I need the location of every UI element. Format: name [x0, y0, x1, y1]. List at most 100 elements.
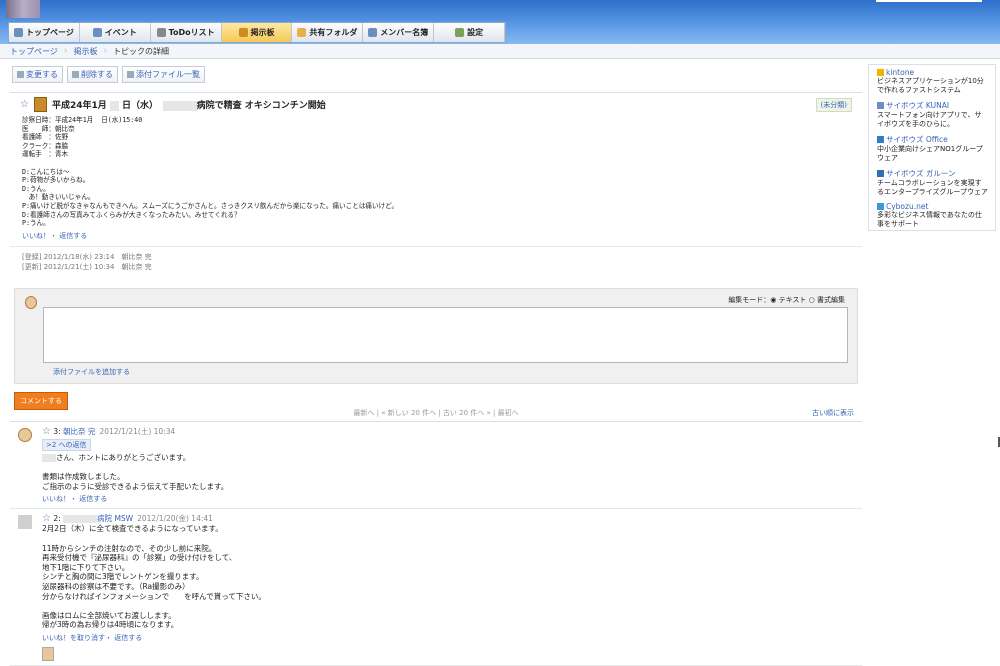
star-icon[interactable]: ☆ [20, 99, 29, 110]
tab-label: 掲示板 [250, 28, 275, 37]
comment-textarea[interactable] [43, 307, 848, 363]
tab-label: 共有フォルダ [309, 28, 358, 37]
sidebar-item[interactable]: サイボウズ ガルーン チームコラボレーションを実現するエンタープライズグループウェ… [869, 165, 995, 199]
comment-date: 2012/1/21(土) 10:34 [99, 427, 176, 436]
attachment-icon [127, 71, 134, 78]
redacted [162, 100, 197, 111]
tab-settings[interactable]: 設定 [434, 23, 506, 42]
divider [10, 245, 862, 247]
members-icon [368, 28, 378, 37]
main-content: 変更する 削除する 添付ファイル一覧 ☆ 平成24年1月 日（水） 病院で精査 … [10, 66, 862, 666]
breadcrumb-separator: › [63, 46, 68, 56]
edit-button[interactable]: 変更する [12, 66, 63, 83]
tab-label: イベント [104, 28, 137, 37]
kintone-icon [877, 69, 884, 76]
comment-header: ☆ 2: 病院 MSW 2012/1/20(金) 14:41 [42, 513, 862, 524]
tab-members[interactable]: メンバー名簿 [363, 23, 435, 42]
comment-text: さん、ホントにありがとうございます。 書類は作成致しました。 ご指示のように受診… [42, 453, 862, 491]
avatar [18, 428, 32, 442]
sidebar-item-name[interactable]: Cybozu.net [886, 202, 928, 211]
breadcrumb: トップページ › 掲示板 › トピックの詳細 [0, 44, 1000, 59]
tab-label: トップページ [26, 28, 74, 37]
tab-event[interactable]: イベント [80, 23, 151, 42]
avatar [18, 515, 32, 530]
comments-list: ☆ 3: 朝比奈 完 2012/1/21(土) 10:34 >2 への返信 さん、… [10, 421, 862, 666]
delete-label: 削除する [81, 70, 113, 79]
title-day: 日（水） [122, 101, 154, 111]
like-reply-links[interactable]: いいね！・ 返信する [42, 494, 862, 504]
garoon-icon [877, 170, 884, 177]
settings-icon [455, 28, 465, 37]
tab-bulletin[interactable]: 掲示板 [221, 23, 293, 42]
topic-icon [33, 97, 47, 112]
topic-header: ☆ 平成24年1月 日（水） 病院で精査 オキシコンチン開始 (未分類) [10, 93, 862, 116]
like-reply-links[interactable]: いいね！・ 返信する [10, 231, 862, 241]
comment-body: 2月2日（木）に全て検査できるようになっています。 11時からシンチの注射なので… [42, 524, 266, 630]
topic-body: 診察日時：平成24年1月 日(水)15:40 医 師：朝比奈 看護師 ：佐野 ク… [22, 116, 399, 228]
tab-shared-folder[interactable]: 共有フォルダ [292, 23, 364, 42]
comment-body: さん、ホントにありがとうございます。 書類は作成致しました。 ご指示のように受診… [42, 453, 229, 491]
like-reply-links[interactable]: いいね！を取り消す・ 返信する [42, 633, 862, 643]
tab-todo[interactable]: ToDoリスト [151, 23, 222, 42]
folder-icon [297, 28, 307, 37]
redacted [42, 454, 56, 462]
registered-meta: [登録] 2012/1/18(水) 23:14 朝比奈 完 [22, 252, 152, 261]
pager[interactable]: 最新へ | « 新しい 20 件へ | 古い 20 件へ » | 最初へ [10, 408, 862, 418]
home-icon [14, 28, 23, 37]
cybozu-net-icon [877, 203, 884, 210]
delete-button[interactable]: 削除する [67, 66, 118, 83]
avatar [25, 296, 37, 309]
star-icon[interactable]: ☆ [42, 426, 51, 437]
comment-header: ☆ 3: 朝比奈 完 2012/1/21(土) 10:34 [42, 426, 862, 437]
sidebar-item-desc: チームコラボレーションを実現するエンタープライズグループウェア [877, 179, 988, 196]
attachments-label: 添付ファイル一覧 [136, 70, 200, 79]
sidebar-item-name[interactable]: kintone [886, 68, 914, 77]
edit-icon [17, 71, 24, 78]
sidebar-item-desc: スマートフォン向けアプリで、サイボウズを手のひらに。 [877, 111, 982, 128]
sidebar-item[interactable]: kintone ビジネスアプリケーションが10分で作れるファストシステム [869, 65, 995, 97]
tab-label: ToDoリスト [168, 28, 215, 37]
comment-author[interactable]: 病院 MSW [97, 514, 133, 523]
attachment-thumbnail[interactable] [42, 646, 54, 661]
category-badge[interactable]: (未分類) [815, 97, 852, 112]
breadcrumb-top[interactable]: トップページ [10, 46, 58, 57]
sidebar-item-desc: ビジネスアプリケーションが10分で作れるファストシステム [877, 77, 984, 94]
reply-to-tag[interactable]: >2 への返信 [42, 439, 91, 451]
comment-form: 編集モード：◉ テキスト ○ 書式編集 添付ファイルを追加する [14, 288, 858, 384]
bulletin-icon [238, 28, 248, 37]
sidebar-item-name[interactable]: サイボウズ KUNAI [886, 100, 949, 111]
user-avatar[interactable] [6, 0, 40, 18]
sidebar-item-desc: 中小企業向けシェアNO1グループウェア [877, 145, 983, 162]
title-suffix: 病院で精査 オキシコンチン開始 [196, 101, 326, 111]
search-input[interactable] [876, 0, 982, 2]
star-icon[interactable]: ☆ [42, 513, 51, 524]
sidebar-ads: kintone ビジネスアプリケーションが10分で作れるファストシステム サイボウ… [868, 64, 996, 231]
sidebar-item-name[interactable]: サイボウズ Office [886, 134, 948, 145]
sidebar-item-name[interactable]: サイボウズ ガルーン [886, 168, 956, 179]
main-nav: トップページ イベント ToDoリスト 掲示板 共有フォルダ メンバー名簿 設定 [8, 22, 506, 43]
kunai-icon [877, 102, 884, 109]
attachments-list-button[interactable]: 添付ファイル一覧 [122, 66, 205, 83]
topic-title: 平成24年1月 日（水） 病院で精査 オキシコンチン開始 [52, 98, 326, 111]
breadcrumb-bulletin[interactable]: 掲示板 [73, 46, 97, 57]
comment-number: 3: [53, 427, 61, 436]
redacted [109, 100, 119, 111]
breadcrumb-separator: › [103, 46, 108, 56]
edit-label: 変更する [26, 70, 58, 79]
title-prefix: 平成24年1月 [51, 101, 107, 111]
tab-label: 設定 [467, 28, 484, 37]
edit-mode-selector[interactable]: 編集モード：◉ テキスト ○ 書式編集 [728, 295, 845, 305]
add-attachment-link[interactable]: 添付ファイルを追加する [53, 367, 130, 377]
tab-label: メンバー名簿 [380, 28, 429, 37]
trash-icon [72, 71, 79, 78]
updated-meta: [更新] 2012/1/21(土) 10:34 朝比奈 完 [22, 262, 152, 271]
sidebar-item[interactable]: Cybozu.net 多彩なビジネス情報であなたの仕事をサポート [869, 199, 995, 231]
sidebar-item[interactable]: サイボウズ KUNAI スマートフォン向けアプリで、サイボウズを手のひらに。 [869, 97, 995, 131]
sidebar-item-desc: 多彩なビジネス情報であなたの仕事をサポート [877, 211, 982, 228]
comment-number: 2: [53, 514, 61, 524]
todo-icon [156, 28, 166, 37]
tab-top[interactable]: トップページ [9, 23, 80, 42]
sidebar-item[interactable]: サイボウズ Office 中小企業向けシェアNO1グループウェア [869, 131, 995, 165]
sort-oldest-link[interactable]: 古い順に表示 [812, 408, 854, 418]
comment-author[interactable]: 朝比奈 完 [63, 427, 95, 436]
